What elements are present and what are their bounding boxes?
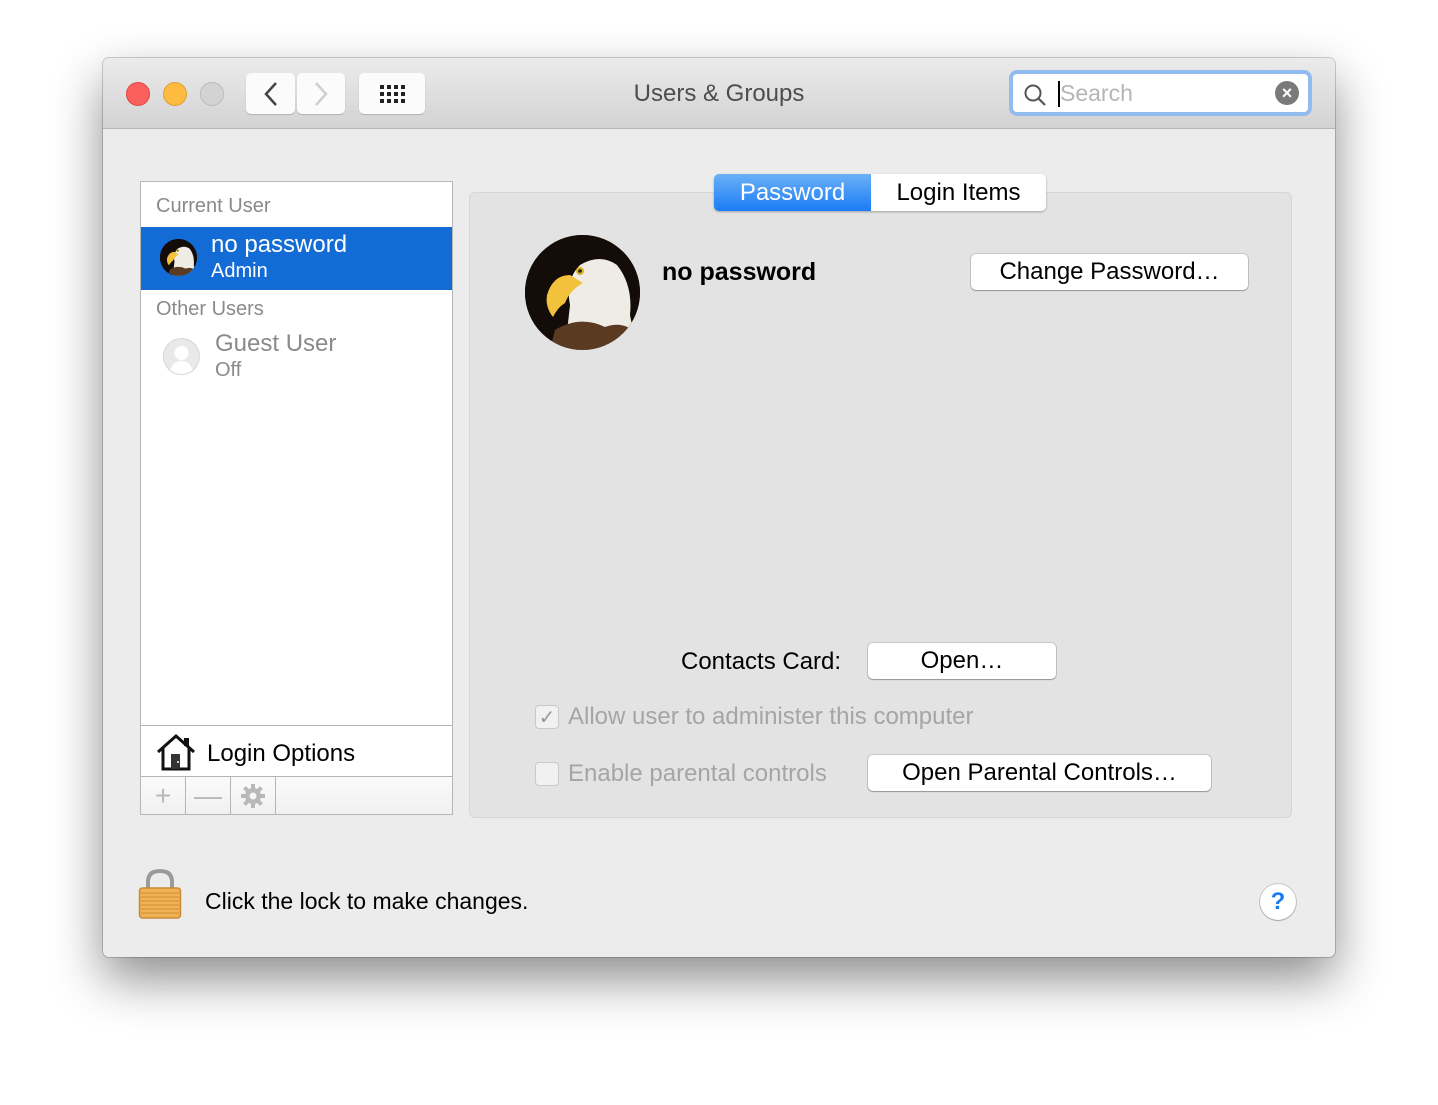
parental-controls-label: Enable parental controls (568, 760, 827, 787)
parental-controls-checkbox[interactable] (535, 762, 559, 786)
generic-user-icon (163, 338, 200, 375)
action-button[interactable] (231, 777, 276, 814)
allow-admin-option: ✓ Allow user to administer this computer (535, 703, 974, 731)
login-options-item[interactable]: Login Options (141, 725, 452, 776)
lock-message: Click the lock to make changes. (205, 888, 529, 914)
house-icon (157, 733, 195, 771)
tab-login-items[interactable]: Login Items (871, 174, 1046, 211)
search-input[interactable] (1060, 78, 1270, 108)
help-button[interactable]: ? (1260, 884, 1296, 920)
search-field[interactable]: × (1009, 70, 1312, 116)
user-name: no password (211, 231, 348, 258)
user-full-name: no password (662, 258, 817, 286)
tab-password[interactable]: Password (714, 174, 871, 211)
tab-bar: Password Login Items (714, 174, 1046, 211)
user-status: Off (215, 359, 242, 381)
allow-admin-label: Allow user to administer this computer (568, 703, 974, 730)
users-list: Current User no password Admin Other Use… (140, 181, 453, 815)
parental-controls-option: Enable parental controls (535, 760, 827, 788)
lock-icon (138, 868, 182, 919)
gear-icon (241, 783, 265, 808)
user-role: Admin (211, 260, 268, 282)
current-user-header: Current User (156, 195, 271, 217)
list-toolbar: + — (141, 776, 452, 814)
user-row-no-password[interactable]: no password Admin (141, 227, 452, 290)
contacts-card-label: Contacts Card: (681, 648, 842, 675)
title-bar: Users & Groups × (103, 58, 1335, 129)
eagle-avatar (160, 239, 197, 276)
search-icon (1024, 84, 1046, 106)
remove-user-button[interactable]: — (186, 777, 231, 814)
clear-icon[interactable]: × (1275, 81, 1299, 105)
open-parental-controls-button[interactable]: Open Parental Controls… (868, 755, 1211, 791)
allow-admin-checkbox[interactable]: ✓ (535, 705, 559, 729)
change-password-button[interactable]: Change Password… (971, 254, 1248, 290)
login-options-label: Login Options (207, 740, 356, 767)
user-row-guest[interactable]: Guest User Off (141, 329, 452, 389)
other-users-header: Other Users (156, 298, 264, 320)
user-picture[interactable] (525, 235, 640, 350)
open-contacts-card-button[interactable]: Open… (868, 643, 1056, 679)
user-name: Guest User (215, 330, 337, 357)
add-user-button[interactable]: + (141, 777, 186, 814)
users-groups-window: Users & Groups × Current User no passwor… (103, 58, 1335, 957)
lock-button[interactable] (138, 868, 182, 925)
